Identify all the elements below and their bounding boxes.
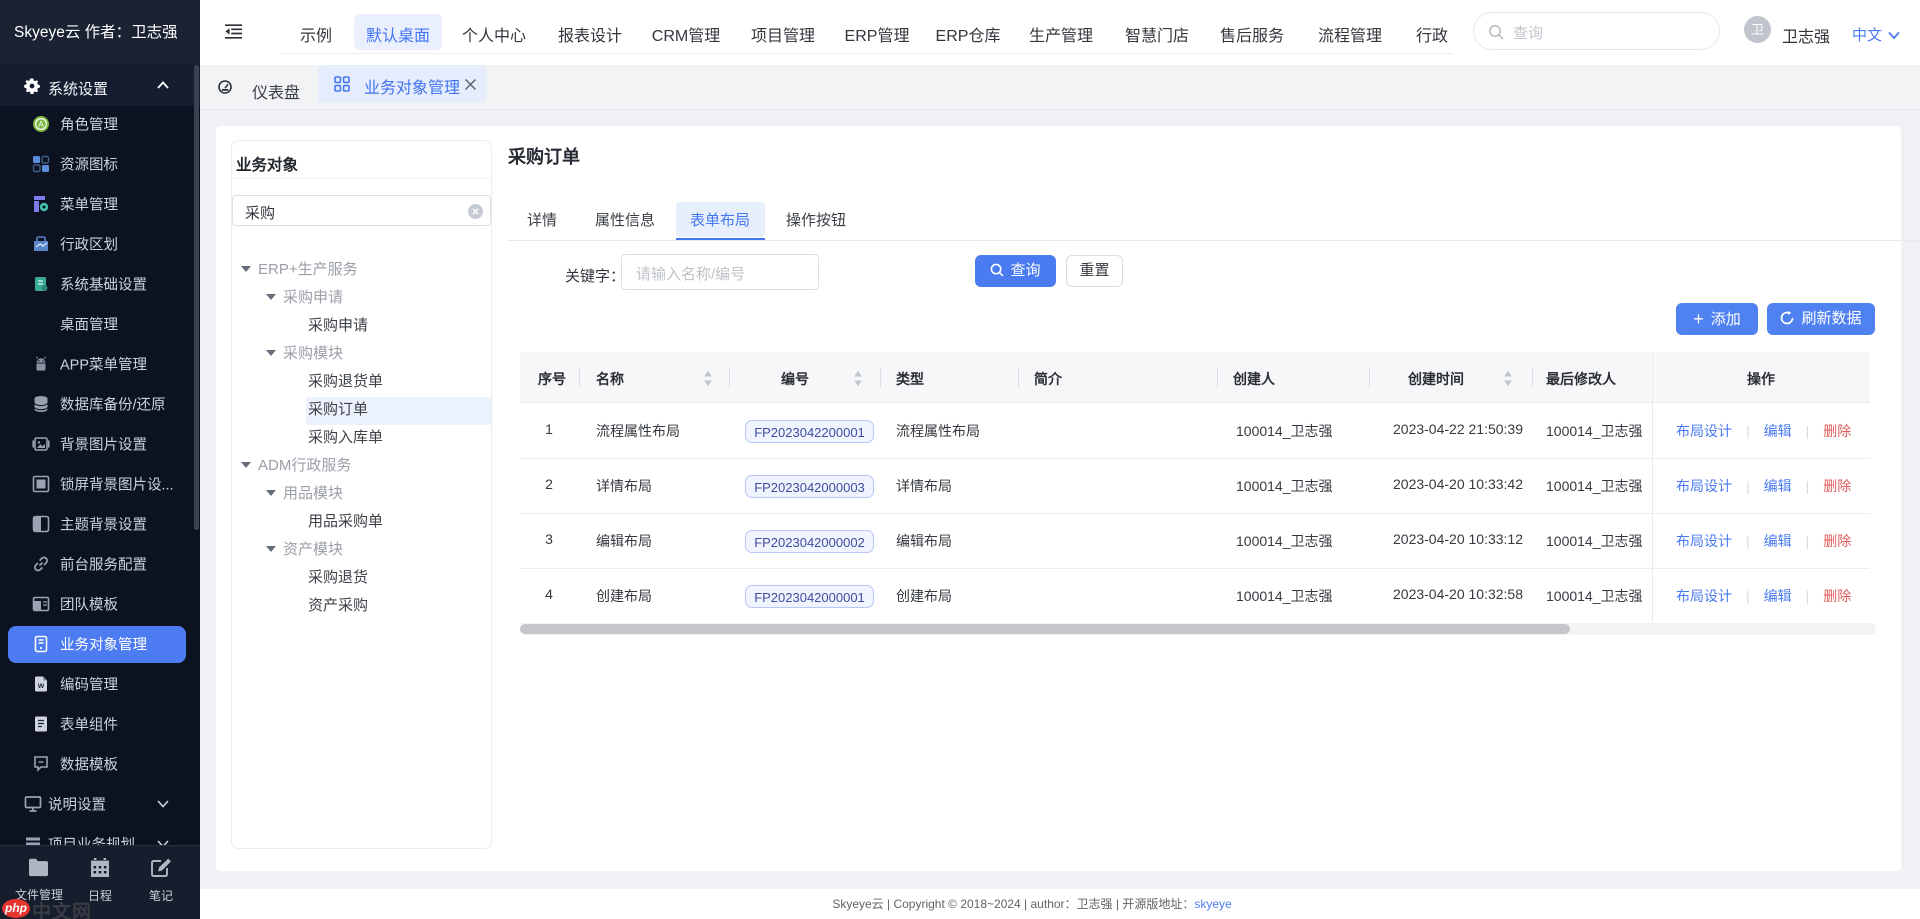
svg-text:w: w bbox=[37, 681, 45, 690]
svg-text:A: A bbox=[38, 120, 44, 129]
